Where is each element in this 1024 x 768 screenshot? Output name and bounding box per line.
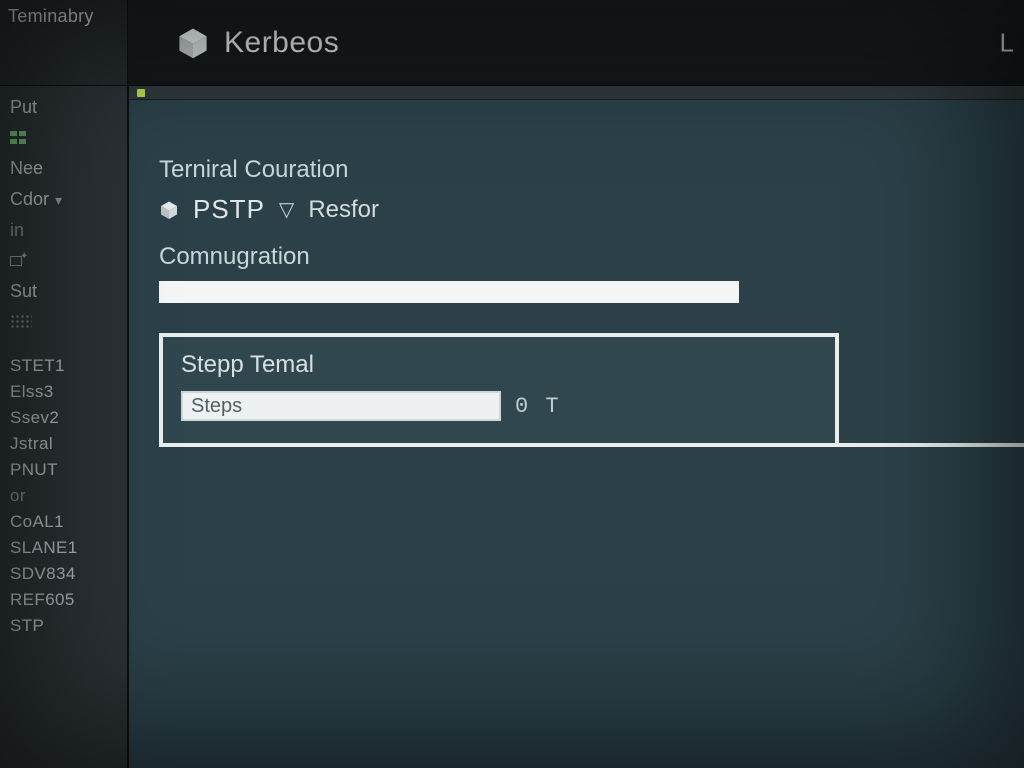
chevron-down-outline-icon[interactable]: ▽ [279,197,294,222]
tool-icon [10,254,28,268]
panel-topstrip [129,86,1024,100]
sidebar-step[interactable]: SDV834 [0,561,127,587]
sidebar-item-in[interactable]: in [0,217,127,244]
sidebar-item-cdor[interactable]: Cdor [0,186,127,213]
corner-tab-label: Teminabry [8,6,94,27]
sidebar-step[interactable]: REF605 [0,587,127,613]
sidebar-step[interactable]: STET1 [0,353,127,379]
cube-icon [176,26,210,60]
panel-body: Terniral Couration PSTP ▽ Resfor Comnugr… [129,100,1024,447]
sidebar-item-grid[interactable] [0,125,127,151]
brand-name: Kerbeos [224,26,339,60]
protocol-row: PSTP ▽ Resfor [159,194,994,225]
status-dot-icon [137,89,145,97]
sidebar-item-label: SLANE1 [10,538,78,558]
chevron-down-icon [55,189,62,210]
protocol-a[interactable]: PSTP [193,194,265,225]
header-right-letter: L [1000,27,1014,58]
grid-icon [10,131,28,145]
sidebar-step-group: STET1 Elss3 Ssev2 Jstral PNUT or CoAL1 S… [0,353,127,639]
sidebar-step[interactable]: Ssev2 [0,405,127,431]
sidebar-item-sut[interactable]: Sut [0,278,127,305]
sidebar-item-label: Sut [10,281,37,302]
sidebar-item-label: in [10,220,24,241]
sidebar-separator [0,339,127,349]
sidebar-item-dots[interactable] [0,309,127,335]
sidebar-step[interactable]: PNUT [0,457,127,483]
sidebar-item-label: Jstral [10,434,53,454]
sidebar-item-nee[interactable]: Nee [0,155,127,182]
config-input[interactable] [159,281,739,303]
cube-small-icon [159,200,179,220]
sidebar-step[interactable]: SLANE1 [0,535,127,561]
sidebar-item-label: Nee [10,158,43,179]
corner-tab: Teminabry [0,0,128,86]
sidebar-item-label: Elss3 [10,382,54,402]
step-input[interactable] [181,391,501,421]
dots-icon [10,314,32,330]
sidebar-item-label: PNUT [10,460,58,480]
step-row: 0 T [181,391,817,421]
sidebar-item-label: Cdor [10,189,49,210]
sidebar-item-label: Ssev2 [10,408,59,428]
sidebar-step[interactable]: STP [0,613,127,639]
protocol-b[interactable]: Resfor [308,196,379,224]
header-bar: Kerbeos L [128,0,1024,86]
sidebar-step[interactable]: CoAL1 [0,509,127,535]
sidebar-item-label: REF605 [10,590,75,610]
sidebar-item-label: Put [10,97,37,118]
step-readout: 0 T [515,394,561,419]
sidebar-item-label: STP [10,616,44,636]
sidebar-item-label: or [10,486,26,506]
sidebar-step[interactable]: Elss3 [0,379,127,405]
section-title: Terniral Couration [159,156,994,184]
sidebar-step[interactable]: or [0,483,127,509]
sidebar: Put Nee Cdor in Sut STET1 Elss3 Ssev2 Js… [0,86,128,768]
step-box-title: Stepp Temal [181,351,817,379]
sidebar-step[interactable]: Jstral [0,431,127,457]
main-panel: Terniral Couration PSTP ▽ Resfor Comnugr… [128,86,1024,768]
step-box: Stepp Temal 0 T [159,333,839,447]
brand: Kerbeos [176,26,339,60]
sidebar-item-put[interactable]: Put [0,94,127,121]
sidebar-item-label: STET1 [10,356,65,376]
sidebar-item-label: CoAL1 [10,512,64,532]
sidebar-item-label: SDV834 [10,564,76,584]
config-label: Comnugration [159,243,994,271]
sidebar-item-tool[interactable] [0,248,127,274]
